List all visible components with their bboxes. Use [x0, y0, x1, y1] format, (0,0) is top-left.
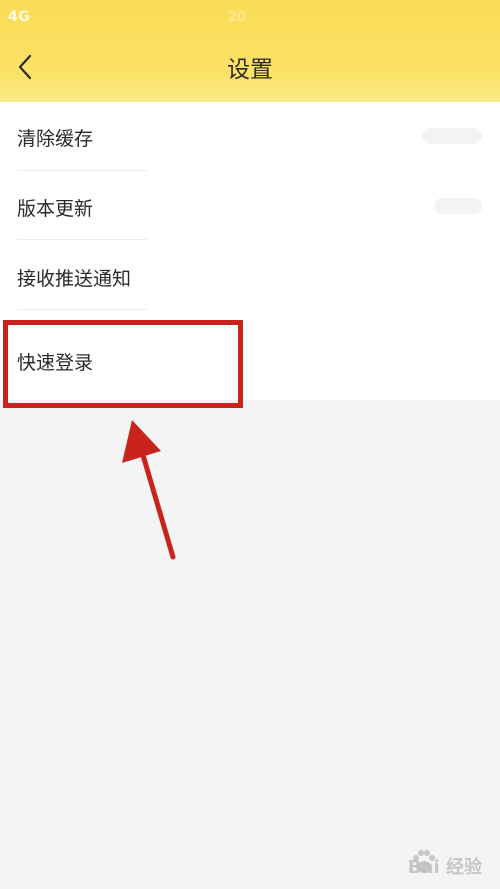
- item-value: [434, 198, 482, 214]
- page-title: 设置: [227, 57, 273, 83]
- watermark: Bai 经验: [407, 857, 482, 878]
- settings-item-label: 接收推送通知: [17, 268, 132, 290]
- settings-item-label: 版本更新: [17, 198, 94, 220]
- settings-item-clear-cache[interactable]: 清除缓存: [0, 102, 500, 170]
- divider: [17, 309, 147, 310]
- settings-item-push-notifications[interactable]: 接收推送通知: [0, 240, 500, 308]
- settings-item-version-update[interactable]: 版本更新: [0, 171, 500, 239]
- item-value: [422, 128, 482, 144]
- settings-item-label: 清除缓存: [17, 128, 94, 150]
- status-time: 20: [228, 10, 247, 25]
- highlight-box: [3, 320, 243, 408]
- signal-indicator: 4G: [8, 9, 31, 25]
- status-bar: 4G 20: [0, 0, 500, 36]
